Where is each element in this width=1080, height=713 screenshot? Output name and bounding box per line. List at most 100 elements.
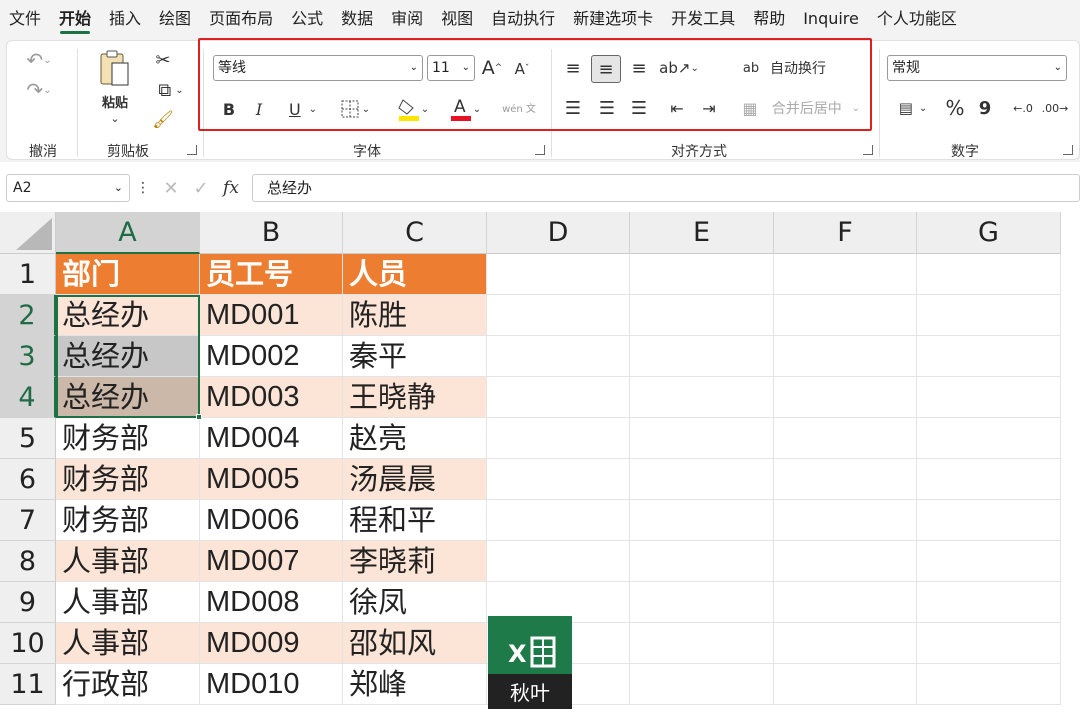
cell-B9[interactable]: MD008 (200, 582, 343, 623)
cell-B7[interactable]: MD006 (200, 500, 343, 541)
column-header-B[interactable]: B (200, 212, 343, 254)
accounting-format-icon[interactable]: ▤ ⌄ (891, 95, 935, 121)
comma-style-button[interactable]: 9 (975, 95, 995, 121)
insert-function-icon[interactable]: fx (218, 176, 244, 200)
cell-C4[interactable]: 王晓静 (343, 377, 487, 418)
clipboard-launcher-icon[interactable] (187, 145, 197, 155)
menu-tab-13[interactable]: Inquire (794, 0, 868, 38)
enter-icon[interactable]: ✓ (190, 176, 212, 200)
paste-dropdown-icon[interactable]: ⌄ (107, 111, 123, 125)
cell-F6[interactable] (774, 459, 917, 500)
cell-G10[interactable] (917, 623, 1061, 664)
percent-button[interactable]: % (943, 95, 967, 121)
name-box[interactable]: A2 ⌄ (6, 174, 130, 202)
cell-B4[interactable]: MD003 (200, 377, 343, 418)
cell-A7[interactable]: 财务部 (56, 500, 200, 541)
cell-B11[interactable]: MD010 (200, 664, 343, 705)
column-header-F[interactable]: F (774, 212, 917, 254)
cell-F7[interactable] (774, 500, 917, 541)
cell-D3[interactable] (487, 336, 630, 377)
cell-D2[interactable] (487, 295, 630, 336)
row-header-1[interactable]: 1 (0, 254, 56, 295)
cell-C3[interactable]: 秦平 (343, 336, 487, 377)
cell-E4[interactable] (630, 377, 774, 418)
row-header-11[interactable]: 11 (0, 664, 56, 705)
cell-G2[interactable] (917, 295, 1061, 336)
cell-C10[interactable]: 邵如风 (343, 623, 487, 664)
cell-F1[interactable] (774, 254, 917, 295)
number-launcher-icon[interactable] (1063, 145, 1073, 155)
cell-G6[interactable] (917, 459, 1061, 500)
number-format-combo[interactable]: 常规 ⌄ (887, 55, 1067, 81)
cell-D4[interactable] (487, 377, 630, 418)
cell-E6[interactable] (630, 459, 774, 500)
menu-tab-10[interactable]: 新建选项卡 (564, 0, 662, 38)
menu-tab-1[interactable]: 开始 (50, 0, 100, 38)
cell-E5[interactable] (630, 418, 774, 459)
menu-tab-7[interactable]: 审阅 (382, 0, 432, 38)
cell-F5[interactable] (774, 418, 917, 459)
row-header-10[interactable]: 10 (0, 623, 56, 664)
cell-E8[interactable] (630, 541, 774, 582)
cell-C1[interactable]: 人员 (343, 254, 487, 295)
menu-tab-2[interactable]: 插入 (100, 0, 150, 38)
menu-tab-8[interactable]: 视图 (432, 0, 482, 38)
cell-G4[interactable] (917, 377, 1061, 418)
cell-G7[interactable] (917, 500, 1061, 541)
row-header-2[interactable]: 2 (0, 295, 56, 336)
cell-A4[interactable]: 总经办 (56, 377, 200, 418)
cell-D8[interactable] (487, 541, 630, 582)
cell-F3[interactable] (774, 336, 917, 377)
row-header-7[interactable]: 7 (0, 500, 56, 541)
menu-tab-0[interactable]: 文件 (0, 0, 50, 38)
undo-icon[interactable]: ↶ ⌄ (21, 47, 57, 73)
cell-C5[interactable]: 赵亮 (343, 418, 487, 459)
column-header-A[interactable]: A (56, 212, 200, 254)
menu-tab-11[interactable]: 开发工具 (662, 0, 744, 38)
column-header-G[interactable]: G (917, 212, 1061, 254)
cell-A10[interactable]: 人事部 (56, 623, 200, 664)
cell-E3[interactable] (630, 336, 774, 377)
cell-A8[interactable]: 人事部 (56, 541, 200, 582)
menu-tab-14[interactable]: 个人功能区 (868, 0, 966, 38)
cell-G11[interactable] (917, 664, 1061, 705)
cell-D5[interactable] (487, 418, 630, 459)
format-painter-icon[interactable]: 🖌 (151, 109, 175, 131)
cell-D1[interactable] (487, 254, 630, 295)
row-header-9[interactable]: 9 (0, 582, 56, 623)
column-header-E[interactable]: E (630, 212, 774, 254)
cell-B8[interactable]: MD007 (200, 541, 343, 582)
cell-E11[interactable] (630, 664, 774, 705)
row-header-6[interactable]: 6 (0, 459, 56, 500)
cell-B2[interactable]: MD001 (200, 295, 343, 336)
formula-input[interactable]: 总经办 (252, 174, 1080, 202)
cell-B5[interactable]: MD004 (200, 418, 343, 459)
column-header-D[interactable]: D (487, 212, 630, 254)
cell-F9[interactable] (774, 582, 917, 623)
font-launcher-icon[interactable] (535, 145, 545, 155)
cell-F11[interactable] (774, 664, 917, 705)
cell-E9[interactable] (630, 582, 774, 623)
cell-G3[interactable] (917, 336, 1061, 377)
paste-icon[interactable] (95, 47, 135, 91)
menu-tab-4[interactable]: 页面布局 (200, 0, 282, 38)
cell-E2[interactable] (630, 295, 774, 336)
cell-D7[interactable] (487, 500, 630, 541)
cell-G8[interactable] (917, 541, 1061, 582)
row-header-5[interactable]: 5 (0, 418, 56, 459)
copy-icon[interactable]: ⧉ ⌄ (151, 79, 191, 101)
cell-C8[interactable]: 李晓莉 (343, 541, 487, 582)
cell-B6[interactable]: MD005 (200, 459, 343, 500)
select-all-button[interactable] (0, 212, 56, 254)
cell-E10[interactable] (630, 623, 774, 664)
cell-G9[interactable] (917, 582, 1061, 623)
decrease-decimal-icon[interactable]: .00→ (1041, 95, 1069, 121)
cell-F8[interactable] (774, 541, 917, 582)
cell-E7[interactable] (630, 500, 774, 541)
paste-button[interactable]: 粘贴 (93, 91, 137, 111)
cancel-icon[interactable]: ✕ (160, 176, 182, 200)
cell-A11[interactable]: 行政部 (56, 664, 200, 705)
menu-tab-12[interactable]: 帮助 (744, 0, 794, 38)
fill-handle[interactable] (196, 414, 202, 420)
more-icon[interactable]: ⋮ (136, 176, 150, 200)
